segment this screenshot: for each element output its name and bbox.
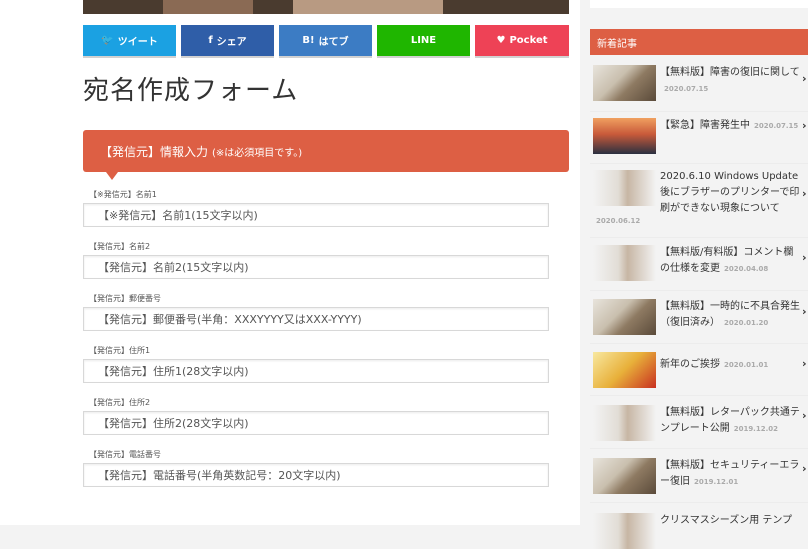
post-title[interactable]: 【無料版/有料版】コメント欄の仕様を変更 2020.04.08 xyxy=(660,245,800,277)
line-button[interactable]: LINE xyxy=(377,25,470,56)
field-label-name1: 【※発信元】名前1 xyxy=(89,190,157,199)
post-title[interactable]: 【無料版】レターパック共通テンプレート公開 2019.12.02 xyxy=(660,405,800,437)
post-thumbnail[interactable] xyxy=(593,118,656,154)
post-thumbnail[interactable] xyxy=(593,170,656,206)
new-posts-heading: 新着記事 xyxy=(590,29,808,55)
post-item[interactable]: 新年のご挨拶 2020.01.01 › xyxy=(590,343,808,396)
post-item[interactable]: 【無料版/有料版】コメント欄の仕様を変更 2020.04.08 › xyxy=(590,237,808,291)
chevron-right-icon: › xyxy=(802,462,807,475)
main-content: 🐦 ツイート f シェア B! はてブ LINE ♥ Pocket 宛名作成フォーム 【… xyxy=(0,0,580,525)
post-item[interactable]: 【無料版】セキュリティーエラー復旧 2019.12.01 › xyxy=(590,448,808,503)
sidebar: 新着記事 【無料版】障害の復旧に関して 2020.07.15 › 【緊急】障害発生… xyxy=(590,0,808,549)
post-title[interactable]: 【無料版】一時的に不具合発生（復旧済み） 2020.01.20 xyxy=(660,299,800,331)
form-section-header: 【発信元】情報入力 (※は必須項目です。) xyxy=(83,130,569,180)
post-item[interactable]: 【無料版】一時的に不具合発生（復旧済み） 2020.01.20 › xyxy=(590,290,808,344)
facebook-icon: f xyxy=(208,35,213,46)
post-thumbnail[interactable] xyxy=(593,65,656,101)
post-title[interactable]: 【無料版】セキュリティーエラー復旧 2019.12.01 xyxy=(660,458,800,490)
post-date: 2020.01.01 xyxy=(724,361,769,369)
required-note: (※は必須項目です。) xyxy=(212,147,303,159)
field-label-address1: 【発信元】住所1 xyxy=(89,346,151,355)
post-title[interactable]: クリスマスシーズン用 テンプ xyxy=(660,513,800,529)
hero-image xyxy=(83,0,569,14)
name1-field[interactable] xyxy=(83,203,549,227)
pocket-label: Pocket xyxy=(509,35,548,46)
phone-field[interactable] xyxy=(83,463,549,487)
field-label-name2: 【発信元】名前2 xyxy=(89,242,151,251)
post-item[interactable]: 【無料版】障害の復旧に関して 2020.07.15 › xyxy=(590,56,808,112)
chevron-right-icon: › xyxy=(802,251,807,264)
address2-input[interactable] xyxy=(84,412,548,435)
new-posts-heading-label: 新着記事 xyxy=(597,38,637,50)
hatena-label: はてブ xyxy=(318,37,349,48)
pocket-icon: ♥ xyxy=(496,35,506,46)
chevron-right-icon: › xyxy=(802,187,807,200)
post-title[interactable]: 【無料版】障害の復旧に関して 2020.07.15 xyxy=(660,65,800,97)
post-thumbnail[interactable] xyxy=(593,405,656,441)
page-title: 宛名作成フォーム xyxy=(83,76,299,106)
post-item[interactable]: 【緊急】障害発生中 2020.07.15 › xyxy=(590,111,808,164)
post-title[interactable]: 【緊急】障害発生中 2020.07.15 xyxy=(660,118,800,134)
post-thumbnail[interactable] xyxy=(593,513,656,549)
address2-field[interactable] xyxy=(83,411,549,435)
name2-input[interactable] xyxy=(84,256,548,279)
facebook-label: シェア xyxy=(216,37,247,48)
post-item[interactable]: 【無料版】レターパック共通テンプレート公開 2019.12.02 › xyxy=(590,395,808,449)
name1-input[interactable] xyxy=(84,204,548,227)
field-label-phone: 【発信元】電話番号 xyxy=(89,450,161,459)
post-date: 2020.07.15 xyxy=(664,85,709,93)
field-label-address2: 【発信元】住所2 xyxy=(89,398,151,407)
line-label: LINE xyxy=(410,35,437,46)
address1-input[interactable] xyxy=(84,360,548,383)
post-item[interactable]: クリスマスシーズン用 テンプ xyxy=(590,502,808,549)
post-date: 2019.12.01 xyxy=(694,478,739,486)
header-pointer xyxy=(106,172,118,180)
post-thumbnail[interactable] xyxy=(593,245,656,281)
post-date: 2020.06.12 xyxy=(596,217,641,225)
phone-input[interactable] xyxy=(84,464,548,487)
name2-field[interactable] xyxy=(83,255,549,279)
post-thumbnail[interactable] xyxy=(593,352,656,388)
chevron-right-icon: › xyxy=(802,72,807,85)
tweet-label: ツイート xyxy=(117,37,158,48)
chevron-right-icon: › xyxy=(802,409,807,422)
post-date: 2020.07.15 xyxy=(754,122,799,130)
pocket-button[interactable]: ♥ Pocket xyxy=(475,25,569,56)
postal-code-field[interactable] xyxy=(83,307,549,331)
chevron-right-icon: › xyxy=(802,305,807,318)
chevron-right-icon: › xyxy=(802,357,807,370)
sidebar-top-widget xyxy=(590,0,808,8)
hatena-bookmark-button[interactable]: B! はてブ xyxy=(279,25,372,56)
postal-code-input[interactable] xyxy=(84,308,548,331)
post-title[interactable]: 新年のご挨拶 2020.01.01 xyxy=(660,357,800,373)
section-title: 【発信元】情報入力 xyxy=(100,144,209,159)
post-thumbnail[interactable] xyxy=(593,458,656,494)
hatena-icon: B! xyxy=(302,35,315,46)
post-date: 2019.12.02 xyxy=(733,425,778,433)
chevron-right-icon: › xyxy=(802,119,807,132)
facebook-share-button[interactable]: f シェア xyxy=(181,25,274,56)
post-date: 2020.04.08 xyxy=(724,265,769,273)
post-title[interactable]: 2020.6.10 Windows Update後にブラザーのプリンターで印刷が… xyxy=(660,169,800,217)
post-thumbnail[interactable] xyxy=(593,299,656,335)
twitter-icon: 🐦 xyxy=(101,35,114,46)
post-date: 2020.01.20 xyxy=(724,319,769,327)
tweet-button[interactable]: 🐦 ツイート xyxy=(83,25,176,56)
address1-field[interactable] xyxy=(83,359,549,383)
post-item[interactable]: 2020.6.10 Windows Update後にブラザーのプリンターで印刷が… xyxy=(590,163,808,238)
field-label-postal: 【発信元】郵便番号 xyxy=(89,294,161,303)
